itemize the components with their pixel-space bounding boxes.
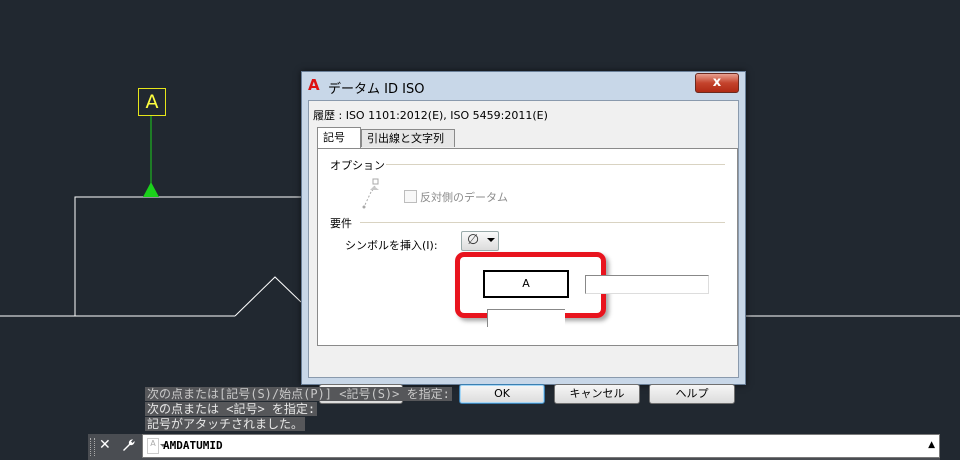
command-history-line: 記号がアタッチされました。 bbox=[145, 417, 306, 431]
command-history-line: 次の点または[記号(S)/始点(P)] <記号(S)> を指定: bbox=[145, 387, 452, 401]
help-button[interactable]: ヘルプ bbox=[649, 384, 735, 404]
datum-identifier-field[interactable]: A bbox=[483, 270, 569, 298]
requirements-divider bbox=[360, 222, 725, 223]
wrench-icon[interactable] bbox=[120, 437, 136, 457]
requirements-section-title: 要件 bbox=[330, 217, 352, 230]
symbol-tab-panel: オプション 反対側のデータム 要件 シンボルを挿入(I): ∅ A bbox=[317, 148, 738, 346]
ok-button[interactable]: OK bbox=[459, 384, 545, 404]
datum-id-dialog: A データム ID ISO x 履歴 : ISO 1101:2012(E), I… bbox=[301, 71, 746, 404]
datum-tertiary-field[interactable] bbox=[487, 309, 565, 327]
opposite-datum-label: 反対側のデータム bbox=[420, 191, 508, 204]
chevron-down-icon bbox=[487, 238, 495, 242]
dialog-client-area: 履歴 : ISO 1101:2012(E), ISO 5459:2011(E) … bbox=[308, 100, 739, 404]
options-divider bbox=[386, 164, 725, 165]
tab-leader-and-text[interactable]: 引出線と文字列 bbox=[361, 129, 455, 147]
cancel-button[interactable]: キャンセル bbox=[554, 384, 640, 404]
command-history-line: 次の点または <記号> を指定: bbox=[145, 402, 318, 416]
datum-triangle bbox=[143, 182, 159, 197]
command-history-toggle-icon[interactable]: ▲ bbox=[928, 440, 935, 450]
autocad-logo-icon: A bbox=[308, 76, 320, 94]
close-icon: x bbox=[712, 75, 722, 90]
close-button[interactable]: x bbox=[695, 73, 739, 93]
part-outline bbox=[0, 196, 301, 317]
options-section-title: オプション bbox=[330, 159, 385, 172]
opposite-datum-checkbox[interactable] bbox=[404, 190, 417, 203]
standard-history-text: 履歴 : ISO 1101:2012(E), ISO 5459:2011(E) bbox=[313, 109, 548, 122]
opposite-datum-icon bbox=[362, 178, 379, 209]
insert-symbol-label: シンボルを挿入(I): bbox=[345, 239, 438, 252]
diameter-symbol-icon: ∅ bbox=[467, 232, 480, 248]
datum-secondary-field[interactable] bbox=[585, 275, 709, 294]
recent-commands-icon[interactable]: A bbox=[147, 438, 159, 454]
insert-symbol-dropdown[interactable]: ∅ bbox=[461, 231, 499, 251]
dialog-titlebar[interactable]: A データム ID ISO x bbox=[302, 72, 745, 100]
datum-identifier-box[interactable]: A bbox=[138, 88, 166, 116]
command-input-text: AMDATUMID bbox=[163, 439, 223, 452]
command-input[interactable]: A AMDATUMID ▲ bbox=[142, 434, 940, 458]
close-icon[interactable]: ✕ bbox=[99, 437, 111, 453]
dialog-title: データム ID ISO bbox=[328, 82, 425, 97]
drag-handle[interactable] bbox=[90, 438, 95, 456]
part-notch bbox=[234, 276, 302, 317]
tab-symbol[interactable]: 記号 bbox=[317, 127, 361, 148]
